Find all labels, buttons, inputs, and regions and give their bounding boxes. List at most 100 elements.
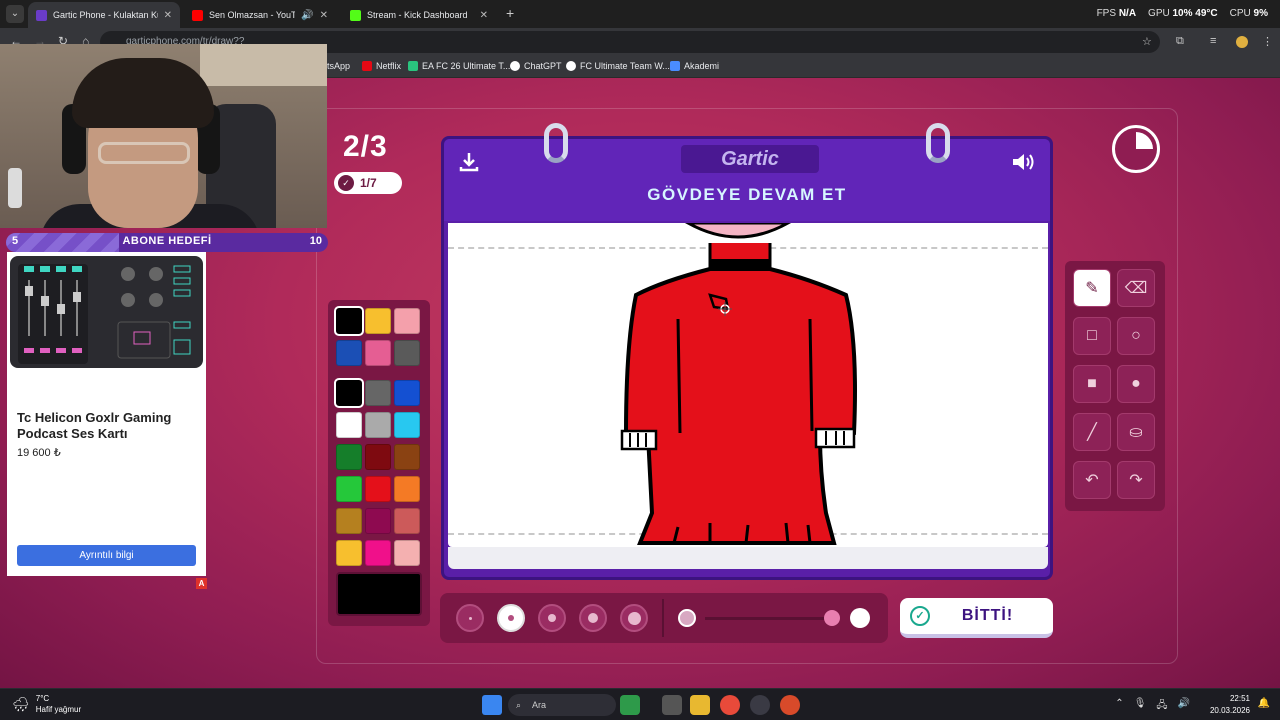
- color-swatch[interactable]: [336, 340, 362, 366]
- app-icon[interactable]: [780, 695, 800, 715]
- tab-label: Sen Olmazsan - YouTube: [209, 10, 296, 20]
- clock[interactable]: 22:51 20.03.2026: [1210, 693, 1250, 717]
- brush-options-bar: [440, 593, 888, 643]
- color-swatch[interactable]: [365, 444, 391, 470]
- tab-gartic[interactable]: Gartic Phone - Kulaktan Kulağa ✕: [28, 2, 180, 28]
- sound-icon[interactable]: [1010, 151, 1036, 173]
- rectangle-outline-icon[interactable]: □: [1073, 317, 1111, 355]
- download-icon[interactable]: [458, 151, 480, 173]
- tab-label: Gartic Phone - Kulaktan Kulağa: [53, 10, 158, 20]
- microphone-icon[interactable]: 🎙: [1134, 698, 1147, 715]
- opacity-slider-handle[interactable]: [824, 610, 840, 626]
- color-swatch[interactable]: [394, 308, 420, 334]
- profile-avatar-icon[interactable]: [1236, 36, 1248, 48]
- color-swatch[interactable]: [336, 476, 362, 502]
- notification-bell-icon[interactable]: 🔔: [1258, 698, 1270, 709]
- color-swatch[interactable]: [365, 340, 391, 366]
- color-swatch[interactable]: [394, 508, 420, 534]
- color-swatch[interactable]: [394, 540, 420, 566]
- network-icon[interactable]: 🖧: [1156, 698, 1167, 715]
- bookmark-ea-fc[interactable]: EA FC 26 Ultimate T...: [408, 61, 510, 71]
- brush-size-1[interactable]: [456, 604, 484, 632]
- tab-kick[interactable]: Stream - Kick Dashboard ✕: [342, 2, 496, 28]
- players-done-pill: ✓ 1/7: [334, 172, 402, 194]
- temperature: 7°C: [35, 694, 50, 703]
- menu-kebab-icon[interactable]: ⋮: [1262, 35, 1273, 48]
- circle-fill-icon[interactable]: ●: [1117, 365, 1155, 403]
- tab-youtube[interactable]: Sen Olmazsan - YouTube 🔊 ✕: [184, 2, 336, 28]
- redo-icon[interactable]: ↷: [1117, 461, 1155, 499]
- reading-list-icon[interactable]: ≡: [1210, 35, 1216, 47]
- close-icon[interactable]: ✕: [320, 10, 328, 21]
- bookmark-chatgpt[interactable]: ChatGPT: [510, 61, 562, 71]
- windows-taskbar: 🌧 7°C Hafif yağmur ⌕ Ara ⌃ 🎙 🖧 🔊 22:51 20…: [0, 688, 1280, 720]
- ad-details-button[interactable]: Ayrıntılı bilgi: [17, 545, 196, 566]
- system-tray: ⌃ 🎙 🖧 🔊: [1115, 698, 1190, 715]
- new-tab-button[interactable]: +: [506, 5, 514, 21]
- widgets-icon[interactable]: [620, 695, 640, 715]
- check-icon: ✓: [910, 606, 930, 626]
- rectangle-fill-icon[interactable]: ■: [1073, 365, 1111, 403]
- chevron-up-icon[interactable]: ⌃: [1115, 698, 1123, 715]
- chrome-icon[interactable]: [720, 695, 740, 715]
- color-swatch[interactable]: [336, 444, 362, 470]
- audio-icon[interactable]: 🔊: [301, 10, 313, 21]
- bookmark-netflix[interactable]: Netflix: [362, 61, 401, 71]
- ad-card[interactable]: Tc Helicon Goxlr Gaming Podcast Ses Kart…: [7, 252, 206, 576]
- circle-outline-icon[interactable]: ○: [1117, 317, 1155, 355]
- color-swatch[interactable]: [365, 476, 391, 502]
- divider: [662, 599, 664, 637]
- akademi-icon: [670, 61, 680, 71]
- windows-start-icon[interactable]: [482, 695, 502, 715]
- color-swatch[interactable]: [365, 380, 391, 406]
- pencil-icon[interactable]: ✎: [1073, 269, 1111, 307]
- canvas-page-edge: [448, 547, 1048, 569]
- color-swatch[interactable]: [394, 412, 420, 438]
- color-swatch[interactable]: [394, 380, 420, 406]
- undo-icon[interactable]: ↶: [1073, 461, 1111, 499]
- color-swatch[interactable]: [334, 378, 364, 408]
- bookmark-fc-ultimate[interactable]: FC Ultimate Team W...: [566, 61, 670, 71]
- tools-panel: ✎ ⌫ □ ○ ■ ● ╱ ⛀ ↶ ↷: [1065, 261, 1165, 511]
- webcam-overlay: [0, 44, 327, 228]
- brush-size-4[interactable]: [579, 604, 607, 632]
- done-button[interactable]: ✓ BİTTİ!: [900, 598, 1053, 638]
- app-icon[interactable]: [750, 695, 770, 715]
- volume-icon[interactable]: 🔊: [1178, 698, 1190, 715]
- line-icon[interactable]: ╱: [1073, 413, 1111, 451]
- color-swatch[interactable]: [394, 476, 420, 502]
- brush-size-3[interactable]: [538, 604, 566, 632]
- ad-price: 19 600 ₺: [17, 447, 61, 459]
- weather-widget[interactable]: 🌧 7°C Hafif yağmur: [12, 693, 81, 715]
- opacity-slider[interactable]: [705, 617, 835, 620]
- color-swatch[interactable]: [336, 508, 362, 534]
- color-swatch[interactable]: [336, 412, 362, 438]
- color-swatch[interactable]: [334, 306, 364, 336]
- bookmark-akademi[interactable]: Akademi: [670, 61, 719, 71]
- drawing-canvas[interactable]: [448, 223, 1048, 547]
- bookmark-whatsapp[interactable]: tsApp: [327, 61, 350, 71]
- ad-choices-icon[interactable]: A: [196, 578, 207, 589]
- color-swatch[interactable]: [365, 508, 391, 534]
- eraser-icon[interactable]: ⌫: [1117, 269, 1155, 307]
- color-swatch[interactable]: [336, 540, 362, 566]
- fill-bucket-icon[interactable]: ⛀: [1117, 413, 1155, 451]
- task-view-icon[interactable]: [662, 695, 682, 715]
- binder-ring: [544, 123, 568, 163]
- color-swatch[interactable]: [365, 308, 391, 334]
- extensions-icon[interactable]: ⧉: [1176, 35, 1184, 48]
- close-icon[interactable]: ✕: [480, 10, 488, 21]
- taskbar-search[interactable]: ⌕ Ara: [508, 694, 616, 716]
- close-icon[interactable]: ✕: [164, 10, 172, 21]
- bookmark-star-icon[interactable]: ☆: [1142, 35, 1152, 48]
- tab-search-button[interactable]: ⌄: [6, 5, 24, 23]
- color-swatch[interactable]: [394, 444, 420, 470]
- file-explorer-icon[interactable]: [690, 695, 710, 715]
- brush-size-5[interactable]: [620, 604, 648, 632]
- product-image: [10, 256, 203, 368]
- color-swatch[interactable]: [394, 340, 420, 366]
- brush-size-2[interactable]: [497, 604, 525, 632]
- color-swatch[interactable]: [365, 412, 391, 438]
- color-swatch[interactable]: [365, 540, 391, 566]
- gartic-favicon-icon: [36, 9, 47, 21]
